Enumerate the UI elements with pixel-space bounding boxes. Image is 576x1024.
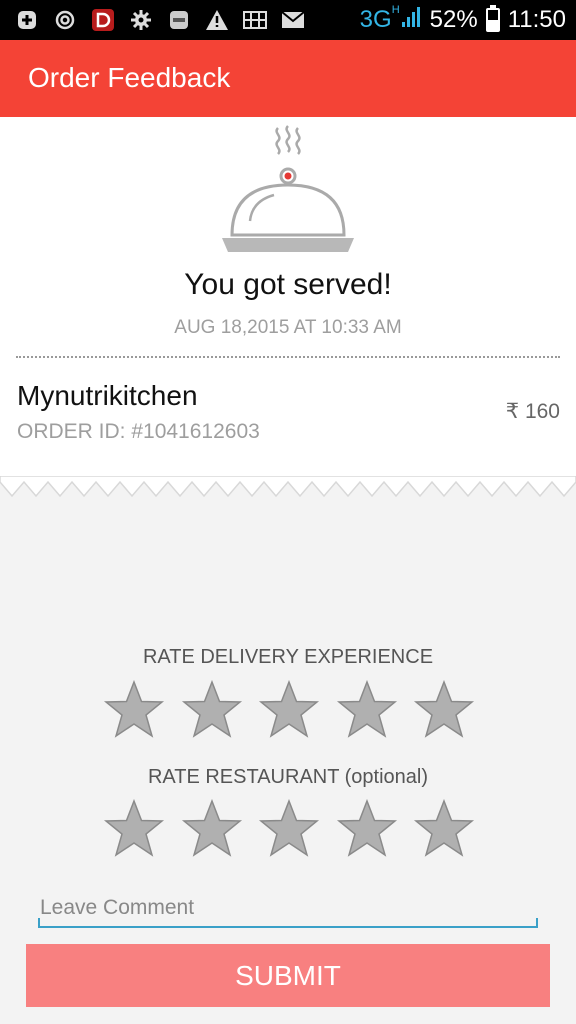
d-app-icon xyxy=(90,7,116,33)
app-bar: Order Feedback xyxy=(0,40,576,117)
status-bar: 3G H 52% 11:50 xyxy=(0,0,576,40)
clock: 11:50 xyxy=(507,6,566,33)
restaurant-star-3-icon[interactable] xyxy=(258,798,320,857)
order-id: ORDER ID: #1041612603 xyxy=(17,420,260,443)
restaurant-star-2-icon[interactable] xyxy=(181,798,243,857)
restaurant-name: Mynutrikitchen xyxy=(17,380,198,411)
delivery-star-1-icon[interactable] xyxy=(103,679,165,738)
warning-icon xyxy=(204,7,230,33)
restaurant-star-4-icon[interactable] xyxy=(336,798,398,857)
dotted-divider xyxy=(16,356,560,358)
gear-icon xyxy=(128,7,154,33)
delivery-star-2-icon[interactable] xyxy=(181,679,243,738)
restaurant-rating-stars[interactable] xyxy=(103,798,475,857)
network-sub: H xyxy=(391,4,400,16)
delivery-rating-stars[interactable] xyxy=(103,679,475,738)
at-sign-icon xyxy=(52,7,78,33)
notification-icons xyxy=(14,6,306,34)
battery-percent: 52% xyxy=(429,6,478,33)
battery-icon xyxy=(485,5,500,32)
truecaller-icon xyxy=(166,7,192,33)
restaurant-star-5-icon[interactable] xyxy=(413,798,475,857)
order-amount: ₹ 160 xyxy=(506,399,560,424)
sim-icon xyxy=(242,7,268,33)
restaurant-star-1-icon[interactable] xyxy=(103,798,165,857)
amount-value: 160 xyxy=(524,400,560,423)
network-type: 3G H xyxy=(359,4,400,33)
submit-button[interactable]: SUBMIT xyxy=(26,944,550,1007)
rate-restaurant-label: RATE RESTAURANT (optional) xyxy=(147,766,429,788)
mail-icon xyxy=(280,7,306,33)
add-icon xyxy=(14,7,40,33)
delivery-star-4-icon[interactable] xyxy=(336,679,398,738)
served-headline: You got served! xyxy=(184,268,392,301)
order-datetime: AUG 18,2015 AT 10:33 AM xyxy=(174,317,402,338)
zigzag-edge xyxy=(0,476,576,498)
comment-input[interactable] xyxy=(38,892,542,924)
signal-icon xyxy=(400,5,422,36)
comment-field[interactable] xyxy=(38,892,542,928)
page-title: Order Feedback xyxy=(28,62,231,93)
rate-delivery-label: RATE DELIVERY EXPERIENCE xyxy=(142,646,434,668)
delivery-star-5-icon[interactable] xyxy=(413,679,475,738)
cloche-icon xyxy=(222,125,354,252)
delivery-star-3-icon[interactable] xyxy=(258,679,320,738)
status-right: 3G H 52% 11:50 xyxy=(360,0,566,40)
currency-symbol: ₹ xyxy=(505,400,520,423)
